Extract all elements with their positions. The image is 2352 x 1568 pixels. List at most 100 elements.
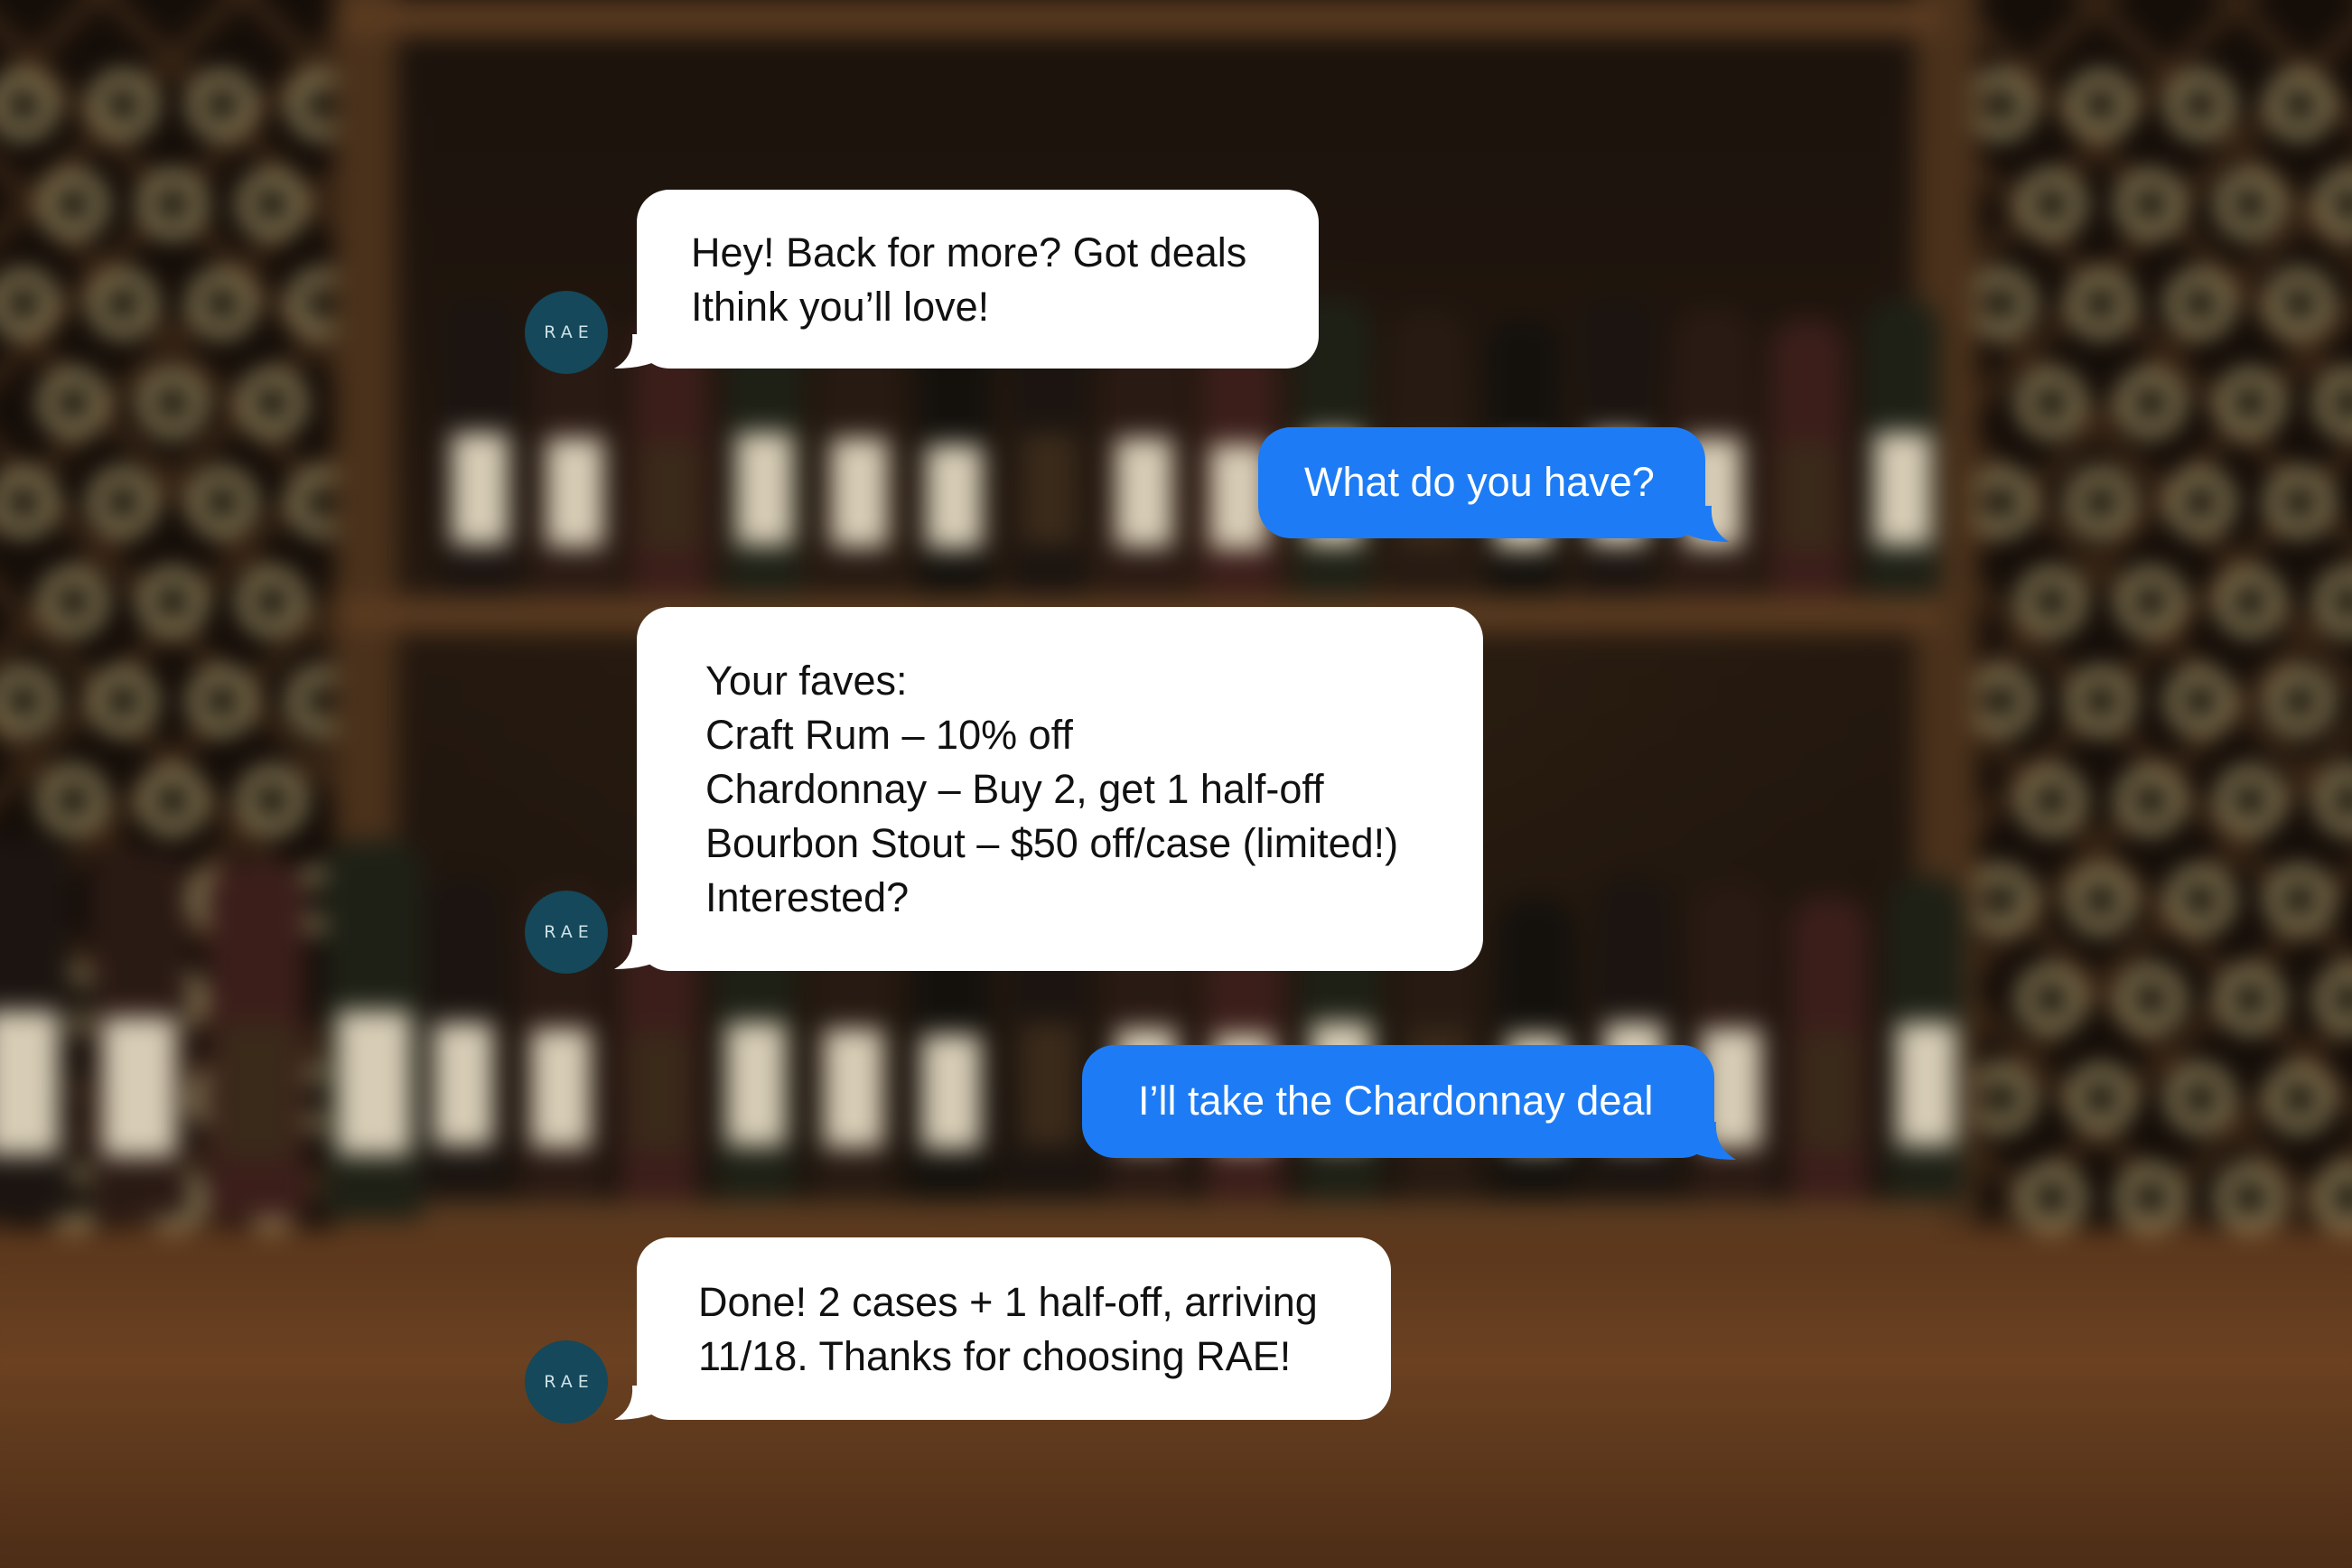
bottle-end [190,470,255,535]
bottle-end [2118,1165,2183,1230]
bottle-label [1115,438,1173,547]
bottle-end [2267,72,2332,137]
bottle-label [336,1011,412,1155]
bottle-end [2168,668,2233,733]
wine-bottle [1888,876,1965,1201]
message-text: I’ll take the Chardonnay deal [1138,1078,1654,1124]
bottle-end [2267,867,2332,932]
bottle-label [824,1028,883,1148]
avatar-label: RAE [544,1372,594,1392]
bottle-end [2168,470,2233,535]
bottle-end [2118,966,2183,1031]
message-text: Done! 2 cases + 1 half-off, arriving [698,1279,1318,1325]
message-text: Bourbon Stout – $50 off/case (limited!) [705,820,1399,866]
bottle-end [1969,470,2034,535]
bottle-label [434,1022,493,1146]
bottle-label [531,1028,591,1148]
bottle-label [1020,432,1078,546]
bottle-end [2068,470,2133,535]
message-bubble-incoming: Done! 2 cases + 1 half-off, arriving 11/… [637,1237,1391,1420]
bottle-end [2118,370,2183,435]
bottle-end [2217,966,2282,1031]
message-bubble-incoming: Your faves: Craft Rum – 10% off Chardonn… [637,607,1483,971]
message-bubble-incoming: Hey! Back for more? Got deals Ithink you… [637,190,1319,369]
message-text: Interested? [705,874,910,920]
bottle-end [2068,668,2133,733]
bottle-end [2118,569,2183,634]
bottle-label [735,432,794,546]
bottle-end [2068,271,2133,336]
message-text: Hey! Back for more? Got deals [691,229,1247,275]
bottle-end [2168,72,2233,137]
bottle-label [1778,443,1837,549]
bottle-label [101,1016,177,1157]
wine-bottle [208,862,305,1219]
message-text: Ithink you’ll love! [691,284,990,330]
bottle-end [1969,668,2034,733]
bottle-label [1799,1034,1859,1150]
wine-bottle [325,840,423,1219]
bottle-label [726,1022,786,1146]
bottle-end [41,768,106,833]
message-text: What do you have? [1304,459,1655,505]
bottle-end [2068,1066,2133,1131]
message-text: Craft Rum – 10% off [705,712,1073,758]
avatar-label: RAE [544,922,594,942]
bottle-end [41,370,106,435]
bottle-end [2019,966,2084,1031]
bottle-end [2168,271,2233,336]
bottle-end [1969,867,2034,932]
rae-avatar: RAE [525,291,608,374]
bottle-label [219,1022,294,1159]
bottle-end [2068,72,2133,137]
bottle-end [2217,370,2282,435]
bottle-end [2068,867,2133,932]
bottle-end [2019,1165,2084,1230]
bottle-label [451,432,509,546]
bottle-end [2019,768,2084,833]
bottle-end [140,569,205,634]
bottle-end [2267,470,2332,535]
wine-bottle [425,876,502,1201]
bottle-end [2217,1165,2282,1230]
bottle-end [1969,1066,2034,1131]
message-text: Chardonnay – Buy 2, get 1 half-off [705,766,1324,812]
shelf-top [334,0,1942,36]
bottle-end [2019,370,2084,435]
bottle-end [2267,668,2332,733]
avatar-label: RAE [544,322,594,342]
bottle-end [90,72,155,137]
bottle-end [2217,768,2282,833]
bottle-end [239,370,304,435]
bottle-end [2267,271,2332,336]
bottle-end [190,668,255,733]
bottle-end [2168,867,2233,932]
bottle-label [629,1034,688,1150]
bottle-end [2019,569,2084,634]
bottle-end [1969,72,2034,137]
rae-avatar: RAE [525,891,608,974]
bottle-label [546,438,604,547]
bottle-label [830,438,889,547]
bottle-end [90,668,155,733]
bottle-end [2217,172,2282,237]
bottle-end [90,271,155,336]
bottle-label [1019,1022,1078,1146]
bottle-label [1873,432,1932,546]
bottle-end [190,271,255,336]
bottle-end [2019,172,2084,237]
bottle-end [239,768,304,833]
bottle-end [2168,1066,2233,1131]
bottle-end [140,370,205,435]
bottle-label [0,1011,60,1155]
bottle-end [2118,768,2183,833]
bottle-end [41,569,106,634]
bottle-end [90,470,155,535]
bottle-end [2267,1066,2332,1131]
bottle-end [190,72,255,137]
bottle-end [140,172,205,237]
bottle-end [239,569,304,634]
bottle-end [2118,172,2183,237]
wine-bottle [0,840,70,1219]
message-text: Your faves: [705,658,908,704]
